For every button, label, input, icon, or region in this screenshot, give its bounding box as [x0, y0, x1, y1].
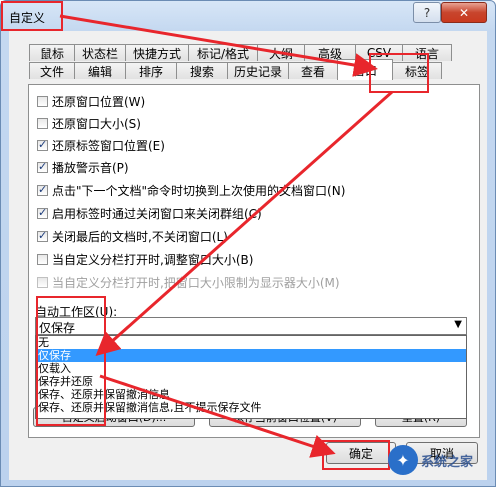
- tab-search[interactable]: 搜索: [176, 62, 228, 79]
- tab-tags[interactable]: 标签: [392, 62, 442, 79]
- title-bar: 自定义 ? ✕: [1, 1, 495, 31]
- tab-outline[interactable]: 大纲: [257, 44, 305, 61]
- checkbox[interactable]: [37, 183, 48, 196]
- tab-sort[interactable]: 排序: [125, 62, 177, 79]
- dropdown-option-save-restore[interactable]: 保存并还原: [36, 375, 466, 388]
- checkbox[interactable]: [37, 117, 48, 129]
- window-settings-panel: 还原窗口位置(W) 还原窗口大小(S) 还原标签窗口位置(E) 播放警示音(P)…: [28, 84, 480, 438]
- option-resize-with-custom-bar[interactable]: 当自定义分栏打开时,调整窗口大小(B): [37, 251, 253, 267]
- checkbox[interactable]: [37, 206, 48, 219]
- tab-mouse[interactable]: 鼠标: [29, 44, 75, 61]
- window-title: 自定义: [9, 11, 46, 25]
- checkbox[interactable]: [37, 229, 48, 242]
- tab-history[interactable]: 历史记录: [227, 62, 289, 79]
- option-limit-to-monitor-size: 当自定义分栏打开时,把窗口大小限制为显示器大小(M): [37, 274, 340, 290]
- option-close-group-by-window[interactable]: 启用标签时通过关闭窗口来关闭群组(C): [37, 205, 262, 221]
- checkbox[interactable]: [37, 138, 48, 151]
- tab-shortcuts[interactable]: 快捷方式: [125, 44, 189, 61]
- checkbox: [37, 276, 48, 288]
- tab-file[interactable]: 文件: [29, 62, 75, 79]
- option-play-alert-sound[interactable]: 播放警示音(P): [37, 159, 129, 175]
- dropdown-option-save-only[interactable]: 仅保存: [36, 349, 466, 362]
- option-label: 关闭最后的文档时,不关闭窗口(L): [52, 229, 228, 244]
- tab-edit[interactable]: 编辑: [74, 62, 126, 79]
- ok-button[interactable]: 确定: [326, 442, 396, 464]
- option-label: 还原窗口大小(S): [52, 116, 141, 131]
- option-next-document-switch[interactable]: 点击"下一个文档"命令时切换到上次使用的文档窗口(N): [37, 182, 345, 198]
- option-restore-window-position[interactable]: 还原窗口位置(W): [37, 93, 145, 109]
- dropdown-option-none[interactable]: 无: [36, 336, 466, 349]
- tab-row-2: 文件 编辑 排序 搜索 历史记录 查看 窗口 标签: [29, 59, 442, 80]
- help-button[interactable]: ?: [413, 2, 441, 23]
- watermark-logo: ✦ 系统之家: [388, 440, 488, 480]
- option-label: 当自定义分栏打开时,把窗口大小限制为显示器大小(M): [52, 275, 340, 290]
- option-label: 还原窗口位置(W): [52, 94, 146, 109]
- option-label: 还原标签窗口位置(E): [52, 138, 165, 153]
- tab-view[interactable]: 查看: [288, 62, 338, 79]
- logo-icon: ✦: [388, 445, 418, 475]
- option-label: 点击"下一个文档"命令时切换到上次使用的文档窗口(N): [52, 183, 346, 198]
- autosave-dropdown-list[interactable]: 无 仅保存 仅载入 保存并还原 保存、还原并保留撤消信息 保存、还原并保留撤消信…: [35, 335, 467, 419]
- tab-language[interactable]: 语言: [402, 44, 452, 61]
- option-label: 播放警示音(P): [52, 160, 129, 175]
- option-label: 当自定义分栏打开时,调整窗口大小(B): [52, 252, 254, 267]
- checkbox[interactable]: [37, 95, 48, 107]
- close-button[interactable]: ✕: [441, 2, 487, 23]
- select-value: 仅保存: [39, 321, 76, 335]
- checkbox[interactable]: [37, 160, 48, 173]
- checkbox[interactable]: [37, 253, 48, 265]
- option-restore-window-size[interactable]: 还原窗口大小(S): [37, 115, 141, 131]
- dropdown-option-save-restore-undo-noprompt[interactable]: 保存、还原并保留撤消信息,且不提示保存文件: [36, 401, 466, 414]
- dropdown-option-save-restore-undo[interactable]: 保存、还原并保留撤消信息: [36, 388, 466, 401]
- chevron-down-icon[interactable]: ▼: [454, 319, 462, 330]
- option-label: 启用标签时通过关闭窗口来关闭群组(C): [52, 206, 262, 221]
- tab-markup-format[interactable]: 标记/格式: [188, 44, 258, 61]
- tab-window[interactable]: 窗口: [337, 59, 393, 80]
- option-restore-tab-window-position[interactable]: 还原标签窗口位置(E): [37, 137, 165, 153]
- tab-statusbar[interactable]: 状态栏: [74, 44, 126, 61]
- watermark-text: 系统之家: [421, 454, 474, 470]
- option-keep-window-on-last-close[interactable]: 关闭最后的文档时,不关闭窗口(L): [37, 228, 228, 244]
- dropdown-option-load-only[interactable]: 仅载入: [36, 362, 466, 375]
- autosave-workspace-select[interactable]: 仅保存 ▼: [35, 317, 467, 335]
